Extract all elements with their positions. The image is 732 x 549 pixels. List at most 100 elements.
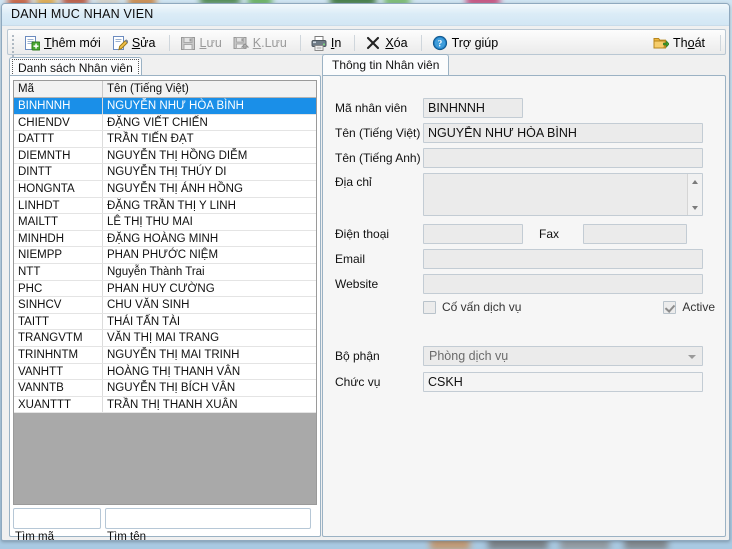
employee-code-cell: CHIENDV bbox=[14, 114, 103, 131]
toolbar: Thêm mới Sửa Lưu K.Lưu In Xóa ? Trợ giúp… bbox=[7, 29, 726, 57]
phone-input[interactable] bbox=[423, 224, 523, 244]
email-input[interactable] bbox=[423, 249, 703, 269]
employee-code-cell: HONGNTA bbox=[14, 180, 103, 197]
employee-code-cell: NTT bbox=[14, 263, 103, 280]
help-label: Trợ giúp bbox=[451, 36, 499, 50]
floppy-disk-close-icon bbox=[233, 35, 249, 51]
exit-label: Thoát bbox=[673, 36, 705, 50]
table-row[interactable]: HONGNTA NGUYỄN THỊ ÁNH HỒNG bbox=[14, 180, 316, 198]
department-dropdown[interactable]: Phòng dịch vụ bbox=[423, 346, 703, 366]
employee-code-input[interactable] bbox=[423, 98, 523, 118]
employee-name-cell: PHAN PHƯỚC NIỆM bbox=[107, 249, 219, 262]
table-row[interactable]: DINTT NGUYỄN THỊ THÚY DI bbox=[14, 164, 316, 181]
table-row[interactable]: VANNTB NGUYỄN THỊ BÍCH VÂN bbox=[14, 380, 316, 397]
employee-form: Mã nhân viên Tên (Tiếng Việt) Tên (Tiếng… bbox=[323, 76, 725, 536]
employee-code-cell: DIEMNTH bbox=[14, 147, 103, 164]
field-name-en: Tên (Tiếng Anh) bbox=[335, 148, 703, 168]
tab-employee-info[interactable]: Thông tin Nhân viên bbox=[322, 54, 450, 76]
employee-name-cell: NGUYỄN THỊ MAI TRINH bbox=[107, 348, 240, 361]
name-vi-label: Tên (Tiếng Việt) bbox=[335, 126, 421, 140]
name-en-input[interactable] bbox=[423, 148, 703, 168]
fax-input[interactable] bbox=[583, 224, 687, 244]
table-row[interactable]: NTT Nguyễn Thành Trai bbox=[14, 263, 316, 281]
active-checkbox-label: Active bbox=[682, 300, 715, 314]
employee-name-cell: NGUYỄN NHƯ HÒA BÌNH bbox=[107, 100, 244, 112]
table-row[interactable]: TRANGVTM VĂN THỊ MAI TRANG bbox=[14, 330, 316, 347]
save-and-close-button[interactable]: K.Lưu bbox=[229, 32, 294, 54]
active-checkbox[interactable] bbox=[663, 300, 677, 314]
toolbar-separator-1 bbox=[168, 35, 170, 51]
window-title: DANH MUC NHAN VIEN bbox=[11, 7, 154, 21]
toolbar-grip[interactable] bbox=[12, 35, 15, 57]
employee-name-cell: TRẦN TIẾN ĐẠT bbox=[107, 133, 194, 146]
table-row[interactable]: DATTT TRẦN TIẾN ĐẠT bbox=[14, 131, 316, 148]
employee-name-cell: NGUYỄN THỊ BÍCH VÂN bbox=[107, 382, 236, 395]
table-row[interactable]: MAILTT LÊ THỊ THU MAI bbox=[14, 214, 316, 231]
employee-name-cell: LÊ THỊ THU MAI bbox=[107, 216, 193, 229]
department-label: Bộ phận bbox=[335, 349, 380, 363]
advisor-checkbox[interactable] bbox=[423, 300, 436, 314]
floppy-disk-icon bbox=[180, 35, 196, 51]
employee-name-cell: Nguyễn Thành Trai bbox=[107, 265, 205, 278]
address-label: Địa chỉ bbox=[335, 175, 372, 189]
help-button[interactable]: ? Trợ giúp bbox=[428, 32, 506, 54]
search-name-label: Tìm tên bbox=[107, 531, 146, 541]
exit-button[interactable]: Thoát bbox=[649, 32, 712, 54]
table-row[interactable]: SINHCV CHU VĂN SINH bbox=[14, 297, 316, 314]
save-button[interactable]: Lưu bbox=[176, 32, 229, 54]
table-row[interactable]: VANHTT HOÀNG THỊ THANH VÂN bbox=[14, 363, 316, 381]
table-row[interactable]: NIEMPP PHAN PHƯỚC NIỆM bbox=[14, 247, 316, 264]
add-new-label: Thêm mới bbox=[44, 36, 101, 50]
grid-header-name[interactable]: Tên (Tiếng Việt) bbox=[103, 81, 316, 97]
employee-name-cell: NGUYỄN THỊ ÁNH HỒNG bbox=[107, 182, 243, 195]
employee-code-cell: BINHNNH bbox=[14, 98, 103, 114]
table-row[interactable]: XUANTTT TRẦN THỊ THANH XUÂN bbox=[14, 396, 316, 414]
email-label: Email bbox=[335, 252, 366, 266]
employee-name-cell: PHAN HUY CƯỜNG bbox=[107, 282, 215, 295]
field-website: Website bbox=[335, 274, 703, 294]
employee-code-cell: DINTT bbox=[14, 164, 103, 180]
grid-header-code[interactable]: Mã bbox=[14, 81, 103, 97]
employee-name-cell: NGUYỄN THỊ THÚY DI bbox=[107, 166, 227, 179]
search-code-input[interactable] bbox=[13, 508, 101, 529]
employee-grid[interactable]: Mã Tên (Tiếng Việt) BINHNNH NGUYỄN NHƯ HÒ… bbox=[13, 80, 317, 505]
field-department: Bộ phận Phòng dịch vụ bbox=[335, 346, 703, 366]
table-row[interactable]: CHIENDV ĐẶNG VIẾT CHIẾN bbox=[14, 114, 316, 132]
add-new-button[interactable]: Thêm mới bbox=[20, 32, 108, 54]
edit-button[interactable]: Sửa bbox=[108, 32, 163, 54]
table-row[interactable]: TAITT THÁI TẤN TÀI bbox=[14, 313, 316, 331]
grid-body: BINHNNH NGUYỄN NHƯ HÒA BÌNH CHIENDV ĐẶNG VI… bbox=[14, 98, 316, 504]
table-row[interactable]: LINHDT ĐẶNG TRẦN THỊ Y LINH bbox=[14, 197, 316, 215]
printer-icon bbox=[311, 35, 327, 51]
search-labels: Tìm mã Tìm tên bbox=[15, 531, 319, 541]
delete-button[interactable]: Xóa bbox=[361, 32, 414, 54]
address-scrollbar[interactable] bbox=[687, 174, 702, 215]
employee-code-cell: TRANGVTM bbox=[14, 330, 103, 346]
table-row[interactable]: TRINHNTM NGUYỄN THỊ MAI TRINH bbox=[14, 346, 316, 364]
name-vi-input[interactable] bbox=[423, 123, 703, 143]
address-textarea[interactable] bbox=[423, 173, 703, 216]
scroll-down-arrow-icon[interactable] bbox=[688, 201, 703, 214]
position-input[interactable] bbox=[423, 372, 703, 392]
toolbar-separator-3 bbox=[354, 35, 356, 51]
table-row[interactable]: MINHDH ĐẶNG HOÀNG MINH bbox=[14, 230, 316, 248]
employee-code-cell: VANHTT bbox=[14, 363, 103, 380]
scroll-up-arrow-icon[interactable] bbox=[688, 175, 703, 188]
print-button[interactable]: In bbox=[307, 32, 348, 54]
svg-text:?: ? bbox=[437, 39, 442, 49]
toolbar-separator-4 bbox=[420, 35, 422, 51]
employee-code-cell: DATTT bbox=[14, 131, 103, 147]
table-row[interactable]: BINHNNH NGUYỄN NHƯ HÒA BÌNH bbox=[14, 98, 316, 115]
employee-code-cell: LINHDT bbox=[14, 197, 103, 214]
employee-name-cell: CHU VĂN SINH bbox=[107, 299, 190, 312]
table-row[interactable]: DIEMNTH NGUYỄN THỊ HỒNG DIỄM bbox=[14, 147, 316, 165]
employee-code-cell: VANNTB bbox=[14, 380, 103, 396]
save-and-close-label: K.Lưu bbox=[252, 36, 287, 50]
table-row[interactable]: PHC PHAN HUY CƯỜNG bbox=[14, 280, 316, 298]
website-input[interactable] bbox=[423, 274, 703, 294]
employee-name-cell: VĂN THỊ MAI TRANG bbox=[107, 332, 220, 345]
title-bar: DANH MUC NHAN VIEN bbox=[2, 4, 729, 26]
employee-name-cell: ĐẶNG TRẦN THỊ Y LINH bbox=[107, 199, 236, 212]
tab-employee-list[interactable]: Danh sách Nhân viên bbox=[9, 57, 142, 76]
search-name-input[interactable] bbox=[105, 508, 311, 529]
